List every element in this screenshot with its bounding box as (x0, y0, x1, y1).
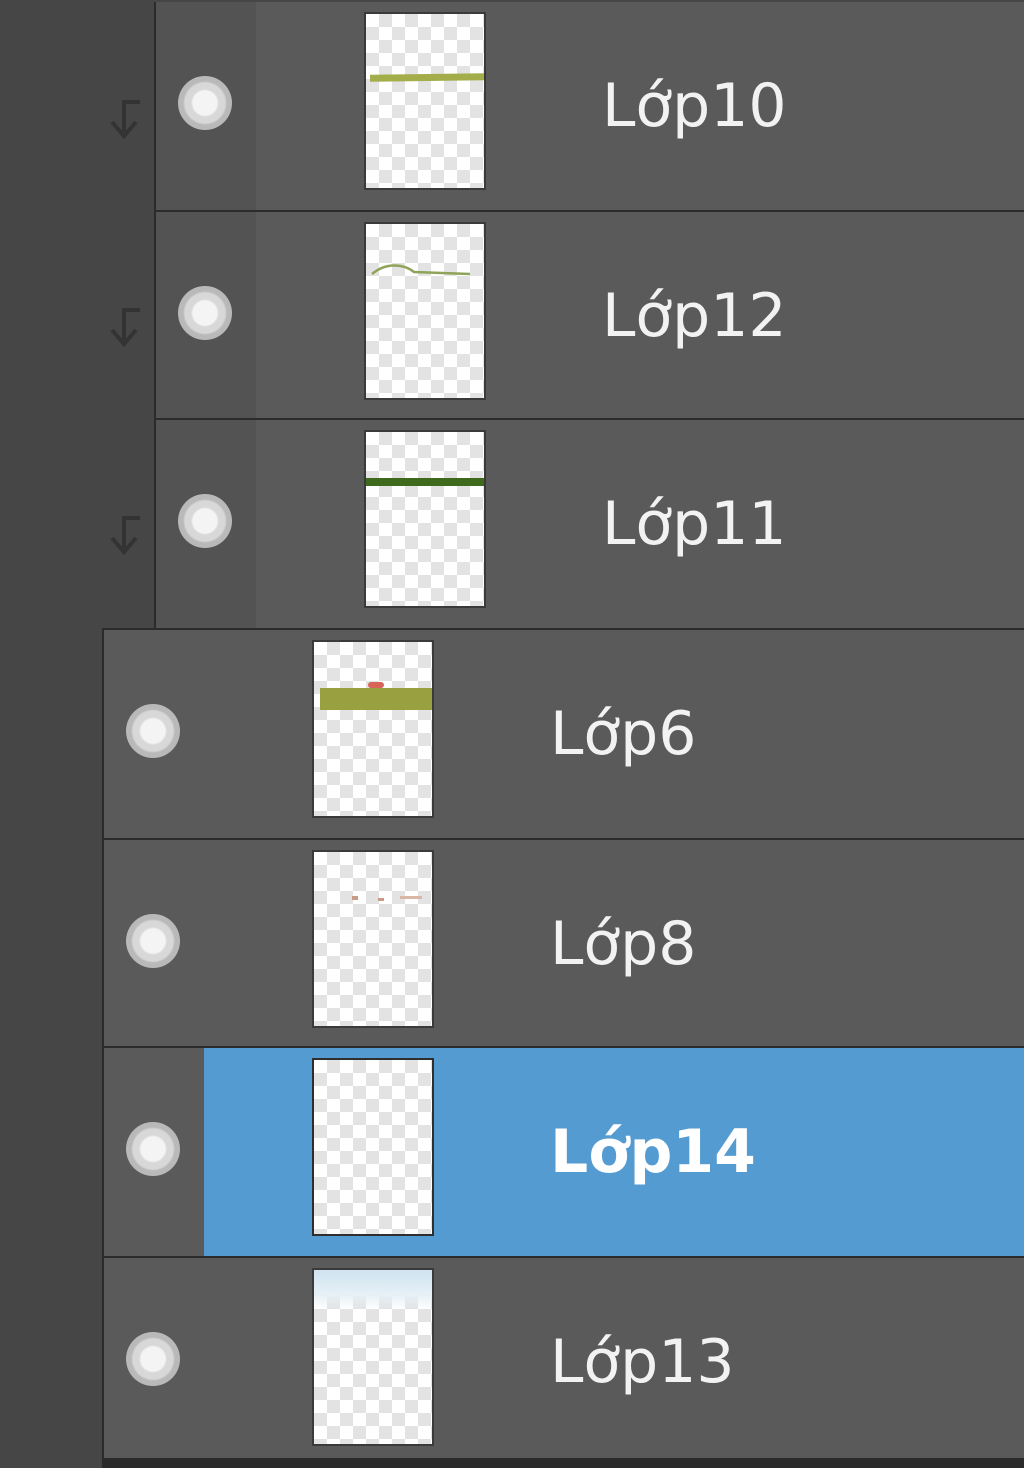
thumb-stroke (366, 478, 484, 486)
clipping-arrow-icon (110, 308, 140, 348)
layer-row[interactable]: Lớp13 (102, 1256, 1024, 1460)
layers-panel: Lớp10 Lớp12 Lớp11 Lớp6 Lớp8 Lớp14 Lớp13 (0, 0, 1024, 1468)
eye-icon[interactable] (126, 1122, 180, 1176)
thumb-stroke (400, 896, 422, 899)
layer-thumbnail (312, 1268, 434, 1446)
clipping-arrow-icon (110, 516, 140, 556)
eye-icon[interactable] (178, 494, 232, 548)
layer-row[interactable]: Lớp11 (154, 418, 1024, 630)
layer-row[interactable]: Lớp12 (154, 210, 1024, 420)
thumb-stroke (378, 898, 384, 901)
layer-name: Lớp8 (550, 909, 697, 979)
thumb-stroke (314, 1270, 432, 1310)
layer-name: Lớp14 (550, 1117, 756, 1187)
layer-name: Lớp10 (602, 71, 787, 141)
clipping-arrow-icon (110, 100, 140, 140)
layer-row-selected[interactable]: Lớp14 (102, 1046, 1024, 1258)
eye-icon[interactable] (126, 704, 180, 758)
layer-name: Lớp12 (602, 281, 787, 351)
thumb-stroke (320, 688, 432, 710)
layer-name: Lớp13 (550, 1327, 735, 1397)
layer-row[interactable]: Lớp10 (154, 2, 1024, 212)
layer-thumbnail (364, 222, 486, 400)
eye-icon[interactable] (126, 914, 180, 968)
layer-thumbnail (312, 850, 434, 1028)
layer-row[interactable]: Lớp8 (102, 838, 1024, 1050)
layer-thumbnail (364, 430, 486, 608)
thumb-stroke (371, 264, 471, 276)
thumb-stroke (368, 682, 384, 688)
layer-thumbnail (312, 1058, 434, 1236)
eye-icon[interactable] (178, 76, 232, 130)
thumb-stroke (369, 73, 484, 82)
layer-name: Lớp6 (550, 699, 697, 769)
eye-icon[interactable] (126, 1332, 180, 1386)
layer-row[interactable]: Lớp6 (102, 628, 1024, 840)
layer-thumbnail (364, 12, 486, 190)
eye-icon[interactable] (178, 286, 232, 340)
thumb-stroke (352, 896, 358, 900)
layer-name: Lớp11 (602, 489, 787, 559)
layer-thumbnail (312, 640, 434, 818)
panel-bottom-edge (102, 1458, 1024, 1468)
